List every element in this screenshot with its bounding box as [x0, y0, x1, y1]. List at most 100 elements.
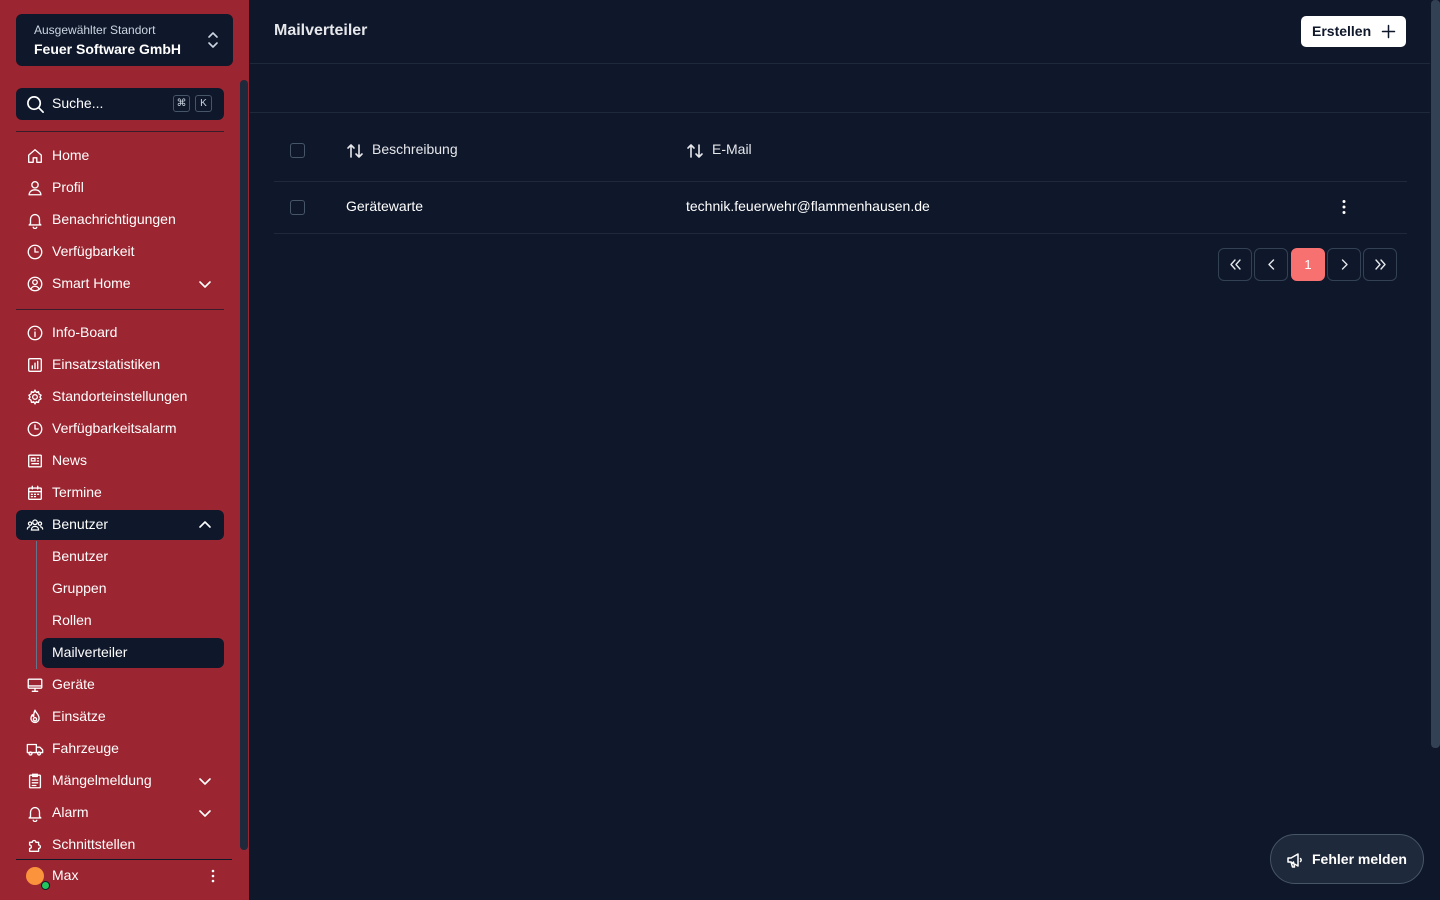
sidebar-item-alarm[interactable]: Alarm	[16, 798, 224, 828]
sidebar-item-geraete[interactable]: Geräte	[16, 670, 224, 700]
first-page-button[interactable]	[1218, 248, 1252, 281]
sidebar-item-benutzer[interactable]: Benutzer	[16, 510, 224, 540]
table-header: Beschreibung E-Mail	[274, 120, 1407, 182]
sidebar-item-label: Benutzer	[52, 516, 109, 532]
sidebar-item-label: Profil	[52, 179, 84, 195]
sidebar-subitem-benutzer[interactable]: Benutzer	[42, 542, 224, 572]
sidebar-subitem-label: Gruppen	[52, 580, 107, 596]
kbd-cmd: ⌘	[173, 95, 190, 112]
sidebar-divider	[16, 859, 232, 860]
sidebar-item-fahrzeuge[interactable]: Fahrzeuge	[16, 734, 224, 764]
sidebar-divider	[16, 309, 224, 310]
sidebar-item-label: Smart Home	[52, 275, 131, 291]
user-icon	[28, 181, 42, 196]
search-icon	[27, 96, 44, 113]
bell-icon	[28, 806, 42, 822]
page-header: Mailverteiler Erstellen	[250, 0, 1430, 64]
page-1-button[interactable]: 1	[1291, 248, 1325, 281]
clock-icon	[27, 421, 43, 437]
sidebar-item-label: Mängelmeldung	[52, 772, 152, 788]
sidebar-item-label: Verfügbarkeitsalarm	[52, 420, 177, 436]
chevron-down-icon	[199, 778, 211, 785]
create-button[interactable]: Erstellen	[1301, 16, 1406, 47]
more-vertical-icon[interactable]	[1335, 198, 1353, 216]
sidebar-item-verfuegbarkeit[interactable]: Verfügbarkeit	[16, 237, 224, 267]
previous-page-button[interactable]	[1254, 248, 1288, 281]
chevrons-left-icon	[1230, 259, 1241, 270]
sidebar-subitem-mailverteiler[interactable]: Mailverteiler	[42, 638, 224, 668]
cell-email: technik.feuerwehr@flammenhausen.de	[686, 198, 930, 214]
newspaper-icon	[28, 454, 42, 468]
location-selector[interactable]: Ausgewählter Standort Feuer Software Gmb…	[16, 14, 233, 66]
sidebar-item-label: Einsatzstatistiken	[52, 356, 161, 372]
sidebar-subitem-label: Mailverteiler	[52, 644, 128, 660]
sidebar-item-label: Geräte	[52, 676, 95, 692]
chevron-right-icon	[1341, 259, 1348, 270]
sidebar-item-profil[interactable]: Profil	[16, 173, 224, 203]
sort-icon	[687, 144, 703, 158]
clipboard-icon	[28, 773, 42, 789]
sidebar-item-maengelmeldung[interactable]: Mängelmeldung	[16, 766, 224, 796]
sidebar-item-label: Benachrichtigungen	[52, 211, 176, 227]
gear-icon	[28, 388, 42, 406]
report-bug-label: Fehler melden	[1312, 851, 1407, 867]
next-page-button[interactable]	[1327, 248, 1361, 281]
sidebar-item-standorteinstellungen[interactable]: Standorteinstellungen	[16, 382, 224, 412]
page-title: Mailverteiler	[274, 22, 368, 39]
sidebar-item-label: Verfügbarkeit	[52, 243, 135, 259]
submenu-line	[36, 541, 37, 669]
sidebar-scrollbar[interactable]	[240, 80, 248, 850]
more-vertical-icon[interactable]	[206, 868, 220, 884]
sidebar-item-schnittstellen[interactable]: Schnittstellen	[16, 830, 224, 860]
sidebar-item-news[interactable]: News	[16, 446, 224, 476]
toolbar	[250, 64, 1430, 113]
location-label: Ausgewählter Standort	[34, 23, 156, 37]
truck-icon	[26, 743, 44, 756]
sidebar-item-einsatzstatistiken[interactable]: Einsatzstatistiken	[16, 350, 224, 380]
sidebar-subitem-rollen[interactable]: Rollen	[42, 606, 224, 636]
main-scrollbar[interactable]	[1431, 0, 1440, 748]
sidebar-item-verfuegbarkeitsalarm[interactable]: Verfügbarkeitsalarm	[16, 414, 224, 444]
chevron-up-down-icon	[208, 32, 218, 48]
chevron-left-icon	[1268, 259, 1275, 270]
megaphone-icon	[1287, 853, 1302, 868]
calendar-icon	[28, 485, 42, 500]
table-row[interactable]: Gerätewarte technik.feuerwehr@flammenhau…	[274, 182, 1407, 234]
select-all-checkbox[interactable]	[290, 143, 305, 158]
kbd-k: K	[195, 95, 212, 112]
clock-icon	[27, 244, 43, 260]
chart-icon	[28, 358, 42, 372]
sidebar-item-label: Standorteinstellungen	[52, 388, 188, 404]
row-checkbox[interactable]	[290, 200, 305, 215]
sidebar: Ausgewählter Standort Feuer Software Gmb…	[0, 0, 249, 900]
online-status-indicator	[41, 881, 50, 890]
sort-icon	[347, 144, 363, 158]
bell-icon	[28, 213, 42, 229]
sidebar-item-info-board[interactable]: Info-Board	[16, 318, 224, 348]
monitor-icon	[27, 678, 43, 692]
fire-icon	[30, 709, 40, 724]
sidebar-subitem-gruppen[interactable]: Gruppen	[42, 574, 224, 604]
users-icon	[26, 519, 44, 531]
chevron-down-icon	[199, 810, 211, 817]
chevron-up-icon	[199, 521, 211, 528]
mail-distribution-table: Beschreibung E-Mail Gerätewarte technik.…	[274, 120, 1407, 234]
sidebar-item-smart-home[interactable]: Smart Home	[16, 269, 224, 299]
sidebar-item-label: Info-Board	[52, 324, 118, 340]
sidebar-item-benachrichtigungen[interactable]: Benachrichtigungen	[16, 205, 224, 235]
sidebar-item-einsaetze[interactable]: Einsätze	[16, 702, 224, 732]
sidebar-item-termine[interactable]: Termine	[16, 478, 224, 508]
last-page-button[interactable]	[1363, 248, 1397, 281]
report-bug-button[interactable]: Fehler melden	[1270, 834, 1424, 884]
plus-icon	[1381, 24, 1396, 39]
user-menu[interactable]: Max	[16, 862, 232, 892]
sidebar-item-home[interactable]: Home	[16, 141, 224, 171]
sidebar-item-label: Termine	[52, 484, 102, 500]
chevron-down-icon	[199, 281, 211, 288]
info-icon	[27, 325, 43, 341]
sidebar-item-label: Einsätze	[52, 708, 106, 724]
sidebar-item-label: Alarm	[52, 804, 89, 820]
search-input[interactable]: Suche... ⌘ K	[16, 88, 224, 120]
sidebar-item-label: Schnittstellen	[52, 836, 136, 852]
sidebar-subitem-label: Benutzer	[52, 548, 109, 564]
